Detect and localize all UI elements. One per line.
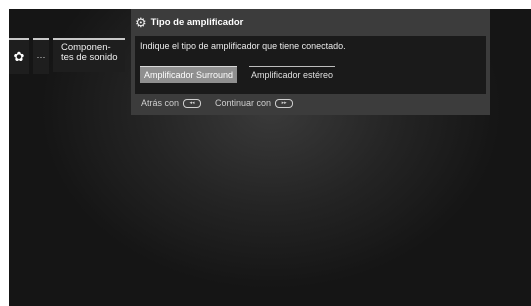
gear-icon: ✿: [13, 49, 25, 64]
more-label: ···: [36, 52, 46, 62]
back-hint-label: Atrás con: [141, 98, 180, 108]
tv-screen: ✿ ··· Componen- tes de sonido ⚙ Tipo de …: [9, 9, 531, 306]
dialog-footer: Atrás con ◂◂ Continuar con ▸▸: [141, 98, 294, 108]
gears-icon: ⚙: [135, 14, 147, 30]
amplifier-type-dialog: ⚙ Tipo de amplificador Indique el tipo d…: [131, 9, 490, 115]
menu-item-sound-components[interactable]: Componen- tes de sonido: [53, 38, 125, 72]
option-stereo-amplifier[interactable]: Amplificador estéreo: [249, 66, 336, 83]
back-key-icon: ◂◂: [183, 98, 202, 108]
more-menu-item[interactable]: ···: [33, 38, 49, 74]
dialog-title: Tipo de amplificador: [150, 17, 244, 28]
option-surround-amplifier[interactable]: Amplificador Surround: [140, 66, 238, 83]
continue-hint-label: Continuar con: [215, 98, 272, 108]
settings-menu-item[interactable]: ✿: [9, 38, 29, 74]
dialog-prompt: Indique el tipo de amplificador que tien…: [140, 41, 346, 51]
continue-key-icon: ▸▸: [275, 98, 294, 108]
dialog-header: ⚙ Tipo de amplificador: [131, 9, 490, 36]
menu-item-label: Componen- tes de sonido: [61, 42, 118, 63]
dialog-body: Indique el tipo de amplificador que tien…: [135, 36, 486, 94]
